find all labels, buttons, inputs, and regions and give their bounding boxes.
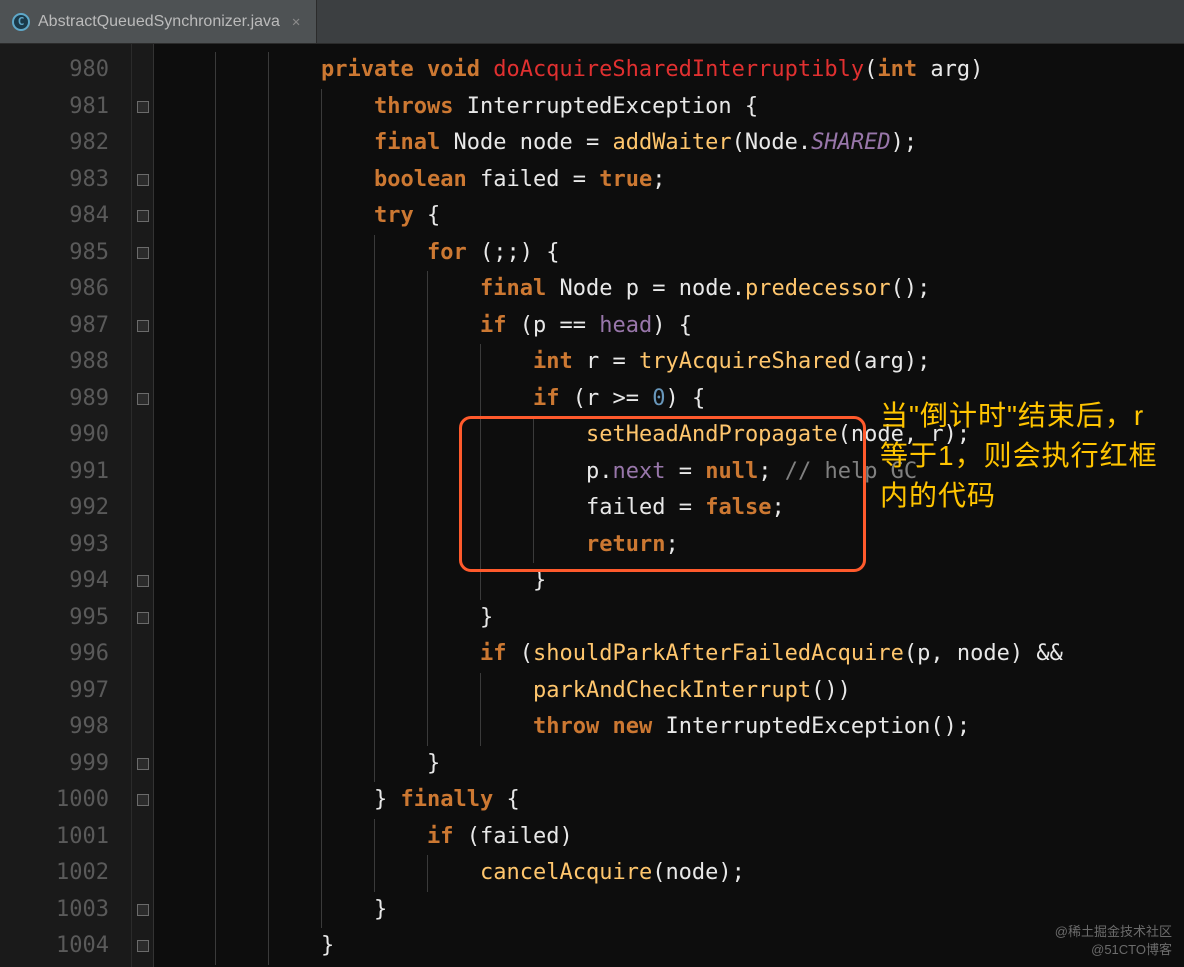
code-line: } finally { — [162, 782, 1184, 819]
line-number: 990 — [0, 417, 131, 454]
fold-marker-icon[interactable] — [137, 904, 149, 916]
tab-filename: AbstractQueuedSynchronizer.java — [38, 13, 280, 31]
fold-slot — [132, 746, 153, 783]
line-number: 1002 — [0, 855, 131, 892]
fold-marker-icon[interactable] — [137, 320, 149, 332]
line-number: 1004 — [0, 928, 131, 965]
fold-slot — [132, 89, 153, 126]
line-number: 1001 — [0, 819, 131, 856]
code-line: try { — [162, 198, 1184, 235]
code-line: int r = tryAcquireShared(arg); — [162, 344, 1184, 381]
line-number: 988 — [0, 344, 131, 381]
code-line: final Node node = addWaiter(Node.SHARED)… — [162, 125, 1184, 162]
fold-slot — [132, 527, 153, 564]
line-number: 992 — [0, 490, 131, 527]
code-line: private void doAcquireSharedInterruptibl… — [162, 52, 1184, 89]
code-line: boolean failed = true; — [162, 162, 1184, 199]
code-line: } — [162, 563, 1184, 600]
fold-slot — [132, 52, 153, 89]
line-number: 1000 — [0, 782, 131, 819]
tab-bar: C AbstractQueuedSynchronizer.java ✕ — [0, 0, 1184, 44]
fold-marker-icon[interactable] — [137, 247, 149, 259]
fold-marker-icon[interactable] — [137, 758, 149, 770]
fold-slot — [132, 308, 153, 345]
fold-slot — [132, 125, 153, 162]
line-number: 985 — [0, 235, 131, 272]
fold-slot — [132, 892, 153, 929]
line-number: 981 — [0, 89, 131, 126]
line-number-gutter: 9809819829839849859869879889899909919929… — [0, 44, 132, 967]
line-number: 994 — [0, 563, 131, 600]
fold-marker-icon[interactable] — [137, 794, 149, 806]
fold-slot — [132, 454, 153, 491]
line-number: 993 — [0, 527, 131, 564]
fold-marker-icon[interactable] — [137, 393, 149, 405]
code-line: if (failed) — [162, 819, 1184, 856]
fold-slot — [132, 855, 153, 892]
code-line: throw new InterruptedException(); — [162, 709, 1184, 746]
watermark-line: @稀土掘金技术社区 — [1055, 923, 1172, 941]
fold-slot — [132, 235, 153, 272]
fold-slot — [132, 709, 153, 746]
fold-marker-icon[interactable] — [137, 101, 149, 113]
fold-slot — [132, 819, 153, 856]
code-line: if (shouldParkAfterFailedAcquire(p, node… — [162, 636, 1184, 673]
java-class-icon: C — [12, 13, 30, 31]
code-line: for (;;) { — [162, 235, 1184, 272]
fold-marker-icon[interactable] — [137, 612, 149, 624]
fold-slot — [132, 198, 153, 235]
line-number: 982 — [0, 125, 131, 162]
fold-slot — [132, 344, 153, 381]
code-line: final Node p = node.predecessor(); — [162, 271, 1184, 308]
line-number: 997 — [0, 673, 131, 710]
code-line: throws InterruptedException { — [162, 89, 1184, 126]
line-number: 983 — [0, 162, 131, 199]
code-line: } — [162, 600, 1184, 637]
fold-slot — [132, 636, 153, 673]
watermark: @稀土掘金技术社区 @51CTO博客 — [1055, 923, 1172, 959]
code-line: parkAndCheckInterrupt()) — [162, 673, 1184, 710]
line-number: 986 — [0, 271, 131, 308]
line-number: 991 — [0, 454, 131, 491]
code-line: } — [162, 746, 1184, 783]
watermark-line: @51CTO博客 — [1055, 941, 1172, 959]
line-number: 987 — [0, 308, 131, 345]
code-line: } — [162, 892, 1184, 929]
fold-slot — [132, 782, 153, 819]
line-number: 980 — [0, 52, 131, 89]
fold-slot — [132, 271, 153, 308]
fold-slot — [132, 600, 153, 637]
fold-marker-icon[interactable] — [137, 940, 149, 952]
fold-slot — [132, 928, 153, 965]
editor-tab[interactable]: C AbstractQueuedSynchronizer.java ✕ — [0, 0, 317, 43]
annotation-text: 当"倒计时"结束后，r等于1，则会执行红框内的代码 — [880, 396, 1170, 516]
line-number: 989 — [0, 381, 131, 418]
close-icon[interactable]: ✕ — [288, 14, 304, 30]
fold-marker-icon[interactable] — [137, 210, 149, 222]
line-number: 999 — [0, 746, 131, 783]
fold-slot — [132, 381, 153, 418]
line-number: 984 — [0, 198, 131, 235]
line-number: 995 — [0, 600, 131, 637]
fold-slot — [132, 563, 153, 600]
line-number: 996 — [0, 636, 131, 673]
fold-gutter — [132, 44, 154, 967]
fold-slot — [132, 162, 153, 199]
fold-marker-icon[interactable] — [137, 575, 149, 587]
line-number: 998 — [0, 709, 131, 746]
fold-slot — [132, 417, 153, 454]
code-line: cancelAcquire(node); — [162, 855, 1184, 892]
code-line: return; — [162, 527, 1184, 564]
fold-slot — [132, 490, 153, 527]
line-number: 1003 — [0, 892, 131, 929]
fold-slot — [132, 673, 153, 710]
code-line: if (p == head) { — [162, 308, 1184, 345]
code-line: } — [162, 928, 1184, 965]
fold-marker-icon[interactable] — [137, 174, 149, 186]
